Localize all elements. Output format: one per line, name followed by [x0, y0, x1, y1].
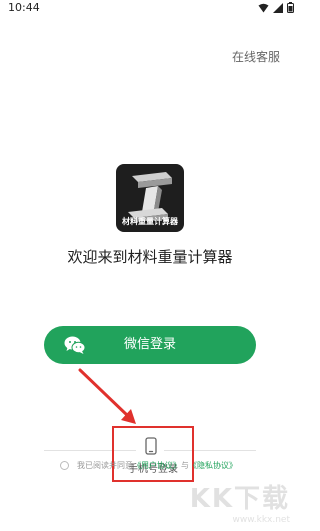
agreement-conjunction: 与 [181, 460, 189, 470]
wechat-login-label: 微信登录 [123, 337, 176, 352]
logo-text: 材料重量计算器 [122, 217, 178, 226]
welcome-title: 欢迎来到材料重量计算器 [67, 248, 233, 266]
watermark-logo: KK下载 [189, 484, 290, 514]
agreement-prefix: 我已阅读并同意 [77, 460, 133, 470]
battery-icon [287, 2, 294, 13]
status-time: 10:44 [8, 1, 40, 14]
watermark-url: www.kkx.net [232, 515, 291, 525]
online-service-link[interactable]: 在线客服 [232, 48, 280, 65]
signal-icon [273, 2, 283, 13]
privacy-policy-link[interactable]: 《隐私协议》 [189, 460, 237, 471]
status-bar: 10:44 [0, 0, 300, 16]
wechat-login-button[interactable]: 微信登录 [44, 326, 256, 364]
user-agreement-link[interactable]: 《用户协议》 [133, 460, 181, 471]
wifi-icon [258, 3, 269, 12]
phone-icon [145, 437, 157, 455]
checkbox-icon[interactable] [60, 460, 69, 470]
status-icons [258, 2, 294, 13]
app-logo: 材料重量计算器 [116, 164, 184, 232]
agreement-row: 我已阅读并同意 《用户协议》 与 《隐私协议》 [60, 459, 237, 471]
watermark: KK下载 www.kkx.net [156, 473, 296, 525]
